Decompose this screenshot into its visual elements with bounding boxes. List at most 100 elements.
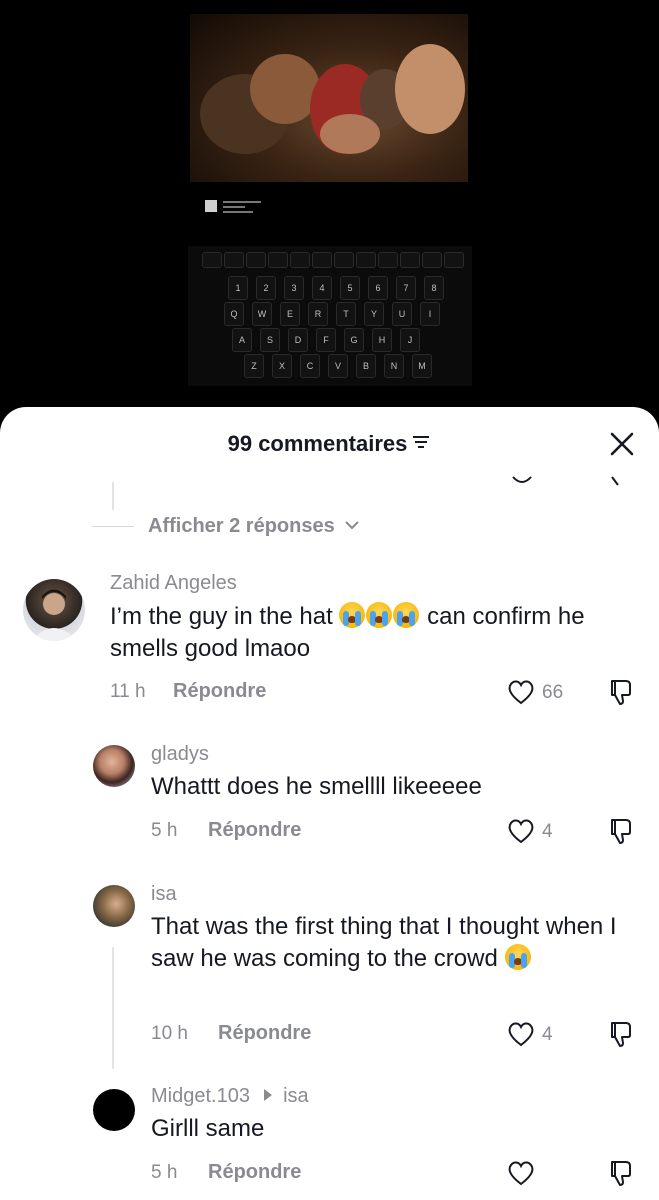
filter-icon[interactable] (411, 430, 431, 456)
keyboard-key: E (280, 302, 300, 326)
view-replies-label: Afficher 2 réponses (148, 515, 335, 537)
keyboard-key: X (272, 354, 292, 378)
heart-outline-icon[interactable] (506, 1159, 536, 1192)
comment-username[interactable]: Zahid Angeles (110, 572, 237, 595)
thumbs-down-icon (608, 475, 624, 494)
keyboard-key (444, 252, 464, 268)
comment-username[interactable]: Midget.103 isa (151, 1085, 309, 1108)
keyboard-key: C (300, 354, 320, 378)
emoji-crying-face (504, 944, 532, 972)
keyboard-key (224, 252, 244, 268)
keyboard-key: N (384, 354, 404, 378)
comment-username[interactable]: isa (151, 883, 177, 906)
comment-username[interactable]: gladys (151, 743, 209, 766)
keyboard-key: T (336, 302, 356, 326)
keyboard-key (246, 252, 266, 268)
video-screen-content (190, 14, 468, 182)
comments-header: 99 commentaires (0, 407, 659, 483)
thumbs-down-icon[interactable] (606, 1158, 636, 1193)
close-icon[interactable] (607, 429, 637, 459)
keyboard-key (268, 252, 288, 268)
keyboard-key (378, 252, 398, 268)
reply-to-username[interactable]: isa (283, 1085, 309, 1107)
keyboard-key: S (260, 328, 280, 352)
keyboard-key: R (308, 302, 328, 326)
comments-count-label: 99 commentaires (227, 431, 408, 456)
reply-button[interactable]: Répondre (208, 819, 301, 842)
chevron-down-icon (345, 521, 360, 530)
keyboard-key (334, 252, 354, 268)
divider (92, 526, 134, 528)
keyboard-key: A (232, 328, 252, 352)
like-count: 66 (542, 682, 564, 703)
keyboard-key: V (328, 354, 348, 378)
video-channel-info (205, 198, 275, 216)
avatar[interactable] (93, 745, 135, 787)
emoji-crying-faces (339, 602, 420, 630)
keyboard-key (312, 252, 332, 268)
keyboard-key (422, 252, 442, 268)
keyboard-key: Z (244, 354, 264, 378)
thumbs-down-icon[interactable] (606, 1019, 636, 1054)
keyboard-key: 8 (424, 276, 444, 300)
keyboard-key (290, 252, 310, 268)
thread-line (112, 947, 114, 1069)
thread-line-top (112, 482, 114, 510)
keyboard-key: Q (224, 302, 244, 326)
comment-item: Zahid Angeles I’m the guy in the hat can… (0, 567, 659, 717)
comment-text: Girlll same (151, 1115, 265, 1142)
view-replies-button[interactable]: Afficher 2 réponses (92, 515, 360, 538)
keyboard-key: B (356, 354, 376, 378)
keyboard-key: 2 (256, 276, 276, 300)
keyboard-key (202, 252, 222, 268)
keyboard-key: M (412, 354, 432, 378)
video-player[interactable]: 12345678 QWERTYUI ASDFGHJ ZXCVBNM (0, 0, 659, 440)
heart-outline-icon[interactable] (506, 1020, 536, 1053)
like-count: 4 (542, 821, 553, 842)
keyboard-key: I (420, 302, 440, 326)
comment-text: I’m the guy in the hat can confirm he sm… (110, 601, 630, 665)
reply-button[interactable]: Répondre (218, 1022, 311, 1045)
keyboard-key: H (372, 328, 392, 352)
keyboard-key: G (344, 328, 364, 352)
heart-outline-icon[interactable] (506, 678, 536, 711)
like-count: 4 (542, 1024, 553, 1045)
keyboard-key: Y (364, 302, 384, 326)
thumbs-down-icon[interactable] (606, 816, 636, 851)
comments-title: 99 commentaires (0, 431, 659, 457)
avatar[interactable] (93, 885, 135, 927)
reply-item: isa That was the first thing that I thou… (0, 877, 659, 1069)
comment-time: 5 h (151, 1162, 178, 1183)
keyboard-key: W (252, 302, 272, 326)
keyboard-key: 3 (284, 276, 304, 300)
reply-button[interactable]: Répondre (173, 680, 266, 703)
reply-button[interactable]: Répondre (208, 1161, 301, 1184)
thumbs-down-icon[interactable] (606, 677, 636, 712)
comment-time: 5 h (151, 820, 178, 841)
comment-username-text: Midget.103 (151, 1085, 250, 1107)
keyboard-key: 7 (396, 276, 416, 300)
keyboard-key (400, 252, 420, 268)
avatar[interactable] (93, 1089, 135, 1131)
heart-outline-icon (510, 475, 534, 494)
comment-text-part: That was the first thing that I thought … (151, 913, 617, 972)
keyboard-key (356, 252, 376, 268)
heart-outline-icon[interactable] (506, 817, 536, 850)
avatar[interactable] (23, 579, 85, 641)
triangle-right-icon (263, 1089, 272, 1101)
comment-time: 10 h (151, 1023, 188, 1044)
comment-text: That was the first thing that I thought … (151, 911, 641, 975)
keyboard-in-video: 12345678 QWERTYUI ASDFGHJ ZXCVBNM (188, 246, 472, 386)
comment-text-part: I’m the guy in the hat (110, 603, 333, 630)
keyboard-key: U (392, 302, 412, 326)
keyboard-key: J (400, 328, 420, 352)
keyboard-key: D (288, 328, 308, 352)
comments-sheet: 99 commentaires Afficher 2 réponses Zahi… (0, 407, 659, 1200)
keyboard-key: 5 (340, 276, 360, 300)
keyboard-key: 4 (312, 276, 332, 300)
keyboard-key: F (316, 328, 336, 352)
keyboard-key: 1 (228, 276, 248, 300)
reply-item: Midget.103 isa Girlll same 5 h Répondre (0, 1079, 659, 1200)
keyboard-key: 6 (368, 276, 388, 300)
comment-text: Whattt does he smellll likeeeee (151, 773, 482, 800)
